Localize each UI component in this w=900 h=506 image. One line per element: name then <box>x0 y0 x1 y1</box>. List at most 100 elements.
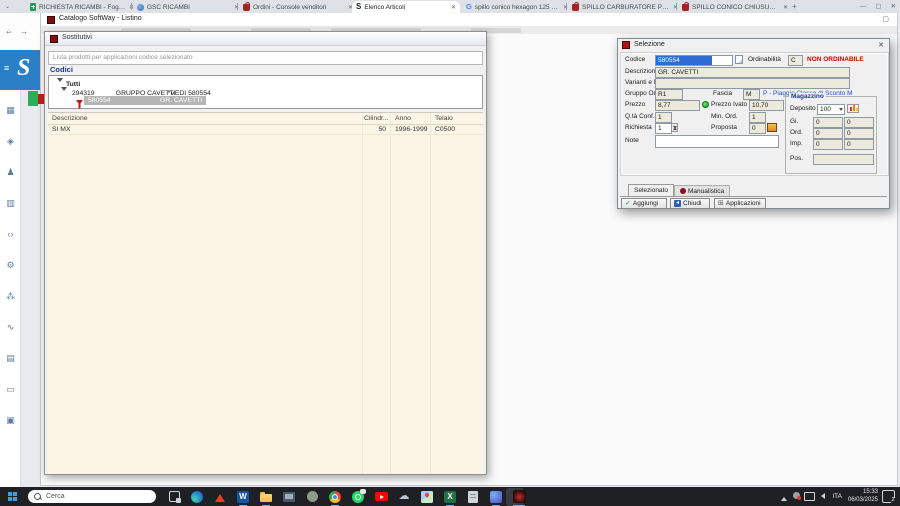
col-telaio: Telaio <box>435 114 453 122</box>
shopping-bag-icon <box>243 1 250 11</box>
table-icon[interactable]: ▤ <box>4 353 17 364</box>
card-icon[interactable]: ▭ <box>4 384 17 395</box>
tree-node-selected[interactable]: 580554 GR. CAVETTI <box>84 96 206 105</box>
new-tab-button[interactable]: + <box>792 2 797 11</box>
dialog-close-icon[interactable]: ✕ <box>878 41 884 49</box>
stock-chart-button[interactable] <box>847 104 859 113</box>
deposito-select[interactable]: 100 <box>817 104 845 115</box>
fascia-label: Fascia <box>713 90 733 97</box>
taskbar-search-input[interactable]: Cerca <box>28 489 156 503</box>
extensions-grid-icon[interactable]: ⁘ <box>6 28 12 36</box>
gear-icon[interactable]: ⚙ <box>4 260 17 271</box>
tab-ordini[interactable]: Ordini - Console venditori ✕ <box>239 1 357 13</box>
code-icon[interactable]: ‹› <box>4 229 17 239</box>
language-indicator[interactable]: ITA <box>832 493 842 500</box>
app-gray-icon[interactable] <box>304 489 320 505</box>
browser-minimize-button[interactable]: — <box>860 3 867 10</box>
tags-icon[interactable]: ◈ <box>4 136 17 147</box>
tab-close-icon[interactable]: ✕ <box>783 4 788 11</box>
notepad-icon[interactable] <box>465 489 481 505</box>
background-green-fragment <box>28 91 38 106</box>
selezione-title: Selezione <box>634 41 665 48</box>
pos-label: Pos. <box>790 155 804 162</box>
tab-richiesta-ricambi[interactable]: RICHIESTA RICAMBI - Fogli Go... ✕ <box>26 1 138 13</box>
forward-icon[interactable]: → <box>20 27 28 36</box>
tab-spillo-carburatore[interactable]: SPILLO CARBURATORE PIAGG... ✕ <box>568 1 682 13</box>
richiesta-spinner[interactable] <box>671 123 678 132</box>
richiesta-field[interactable]: 1 <box>655 123 672 134</box>
notification-count-badge: 2 <box>890 496 895 503</box>
ordinabilita-status: NON ORDINABILE <box>807 56 864 63</box>
sostitutivi-window: Sostitutivi Lista prodotti per applicazi… <box>44 31 487 475</box>
ordinabilita-label: Ordinabilità <box>748 56 781 63</box>
catalog-app-icon <box>47 15 55 24</box>
softway-logo: S <box>17 55 31 81</box>
clock[interactable]: 15:33 06/03/2025 <box>848 489 878 504</box>
tray-overflow-icon[interactable] <box>781 494 787 501</box>
tab-spillo-conico-search[interactable]: G spillo conico hexagon 125 19... ✕ <box>462 1 572 13</box>
sostitutivi-titlebar[interactable]: Sostitutivi <box>45 32 486 46</box>
gruppo-ord-field: R1 <box>655 89 683 100</box>
chevron-down-icon[interactable] <box>61 86 67 94</box>
exit-icon: ◂ <box>674 200 681 207</box>
shopping-bag-icon <box>572 1 579 11</box>
min-ord-label: Min. Ord. <box>711 113 738 120</box>
tab-search-chevron-icon[interactable]: ⌄ <box>5 3 10 10</box>
notification-center-icon[interactable]: 2 <box>882 490 895 503</box>
chrome-icon[interactable] <box>327 489 343 505</box>
speaker-icon[interactable] <box>818 493 825 499</box>
tab-elenco-articoli[interactable]: S Elenco Articoli ✕ <box>352 1 460 13</box>
file-explorer-icon[interactable] <box>258 489 274 505</box>
network-display-icon[interactable] <box>804 492 815 501</box>
kanban-icon[interactable]: ▦ <box>4 105 17 116</box>
applicazioni-button[interactable]: ⊞ Applicazioni <box>714 198 766 209</box>
photos-icon[interactable] <box>488 489 504 505</box>
tree-node-294319[interactable]: 294319 GRUPPO CAVETTI *VEDI 580554 <box>61 86 211 97</box>
cloud-icon[interactable]: ☁ <box>396 489 412 505</box>
table-row[interactable]: SI MX 50 1996-1999 C0500 <box>48 124 483 135</box>
chiudi-button[interactable]: ◂ Chiudi <box>670 198 710 209</box>
catalog-maximize-button[interactable]: ▢ <box>882 15 889 23</box>
remote-desktop-icon[interactable] <box>281 489 297 505</box>
tab-close-icon[interactable]: ✕ <box>451 4 456 11</box>
giacenza-field-1: 0 <box>813 117 843 128</box>
letter-s-icon: S <box>356 2 362 11</box>
tab-gsc-ricambi[interactable]: GSC RICAMBI ✕ <box>133 1 243 13</box>
google-g-icon: G <box>466 2 472 11</box>
chevron-down-icon[interactable] <box>57 77 63 85</box>
edge-icon[interactable] <box>189 489 205 505</box>
excel-icon[interactable]: X <box>442 489 458 505</box>
qta-conf-label: Q.tà Conf. <box>625 113 655 120</box>
note-label: Note <box>625 137 639 144</box>
task-view-icon[interactable] <box>166 489 182 505</box>
catalog-titlebar[interactable]: Catalogo SoftWay - Listino ▢ <box>41 13 897 27</box>
browser-close-button[interactable]: ✕ <box>891 2 896 10</box>
hamburger-icon[interactable]: ≡ <box>4 63 9 73</box>
browser-maximize-button[interactable]: ▢ <box>875 2 881 10</box>
descrizione-field: GR. CAVETTI <box>655 67 850 78</box>
tab-manualistica[interactable]: Manualistica <box>674 185 731 196</box>
prezzo-label: Prezzo <box>625 101 646 108</box>
tab-spillo-chiusura[interactable]: SPILLO CONICO CHIUSURA E... ✕ <box>678 1 792 13</box>
tray-time: 15:33 <box>862 489 878 495</box>
document-icon[interactable] <box>735 55 743 64</box>
cart-icon[interactable]: ▣ <box>4 415 17 426</box>
softway-app-icon[interactable] <box>511 489 527 505</box>
selezione-titlebar[interactable]: Selezione ✕ <box>618 39 889 51</box>
word-icon[interactable]: W <box>235 489 251 505</box>
tray-notification-app-icon[interactable] <box>793 492 801 500</box>
codice-field[interactable]: 580554 <box>655 55 733 66</box>
aggiungi-button[interactable]: ✓ Aggiungi <box>621 198 667 209</box>
acrobat-icon[interactable] <box>212 489 228 505</box>
chart-line-icon[interactable]: ∿ <box>4 322 17 333</box>
chart-bar-icon[interactable]: ▥ <box>4 198 17 209</box>
col-descrizione: Descrizione <box>52 114 88 122</box>
users-icon[interactable]: ♟ <box>4 167 17 178</box>
maps-icon[interactable] <box>419 489 435 505</box>
tab-selezionato[interactable]: Selezionato <box>628 184 674 196</box>
whatsapp-icon[interactable] <box>350 488 366 505</box>
network-icon[interactable]: ⁂ <box>4 291 17 302</box>
youtube-icon[interactable] <box>373 489 389 505</box>
warehouse-icon[interactable] <box>767 123 777 132</box>
note-field[interactable] <box>655 135 779 148</box>
